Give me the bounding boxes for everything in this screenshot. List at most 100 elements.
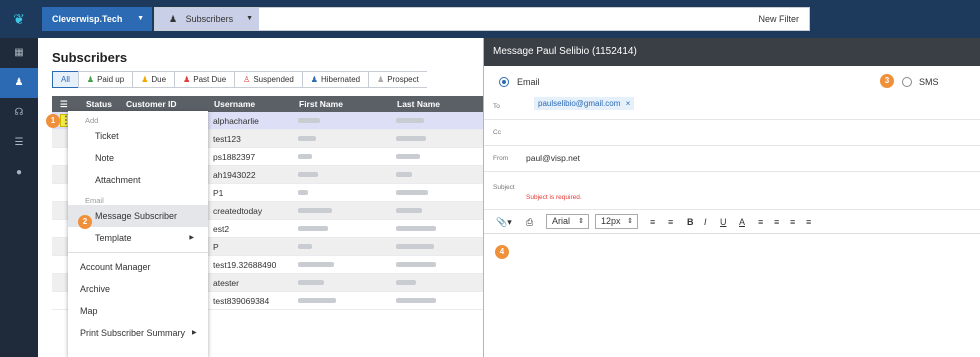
map-pin-icon[interactable]: ● (0, 158, 38, 188)
align-left-icon[interactable]: ≡ (758, 215, 763, 229)
list-icon[interactable]: ☰ (0, 128, 38, 158)
person-outline-icon: ♙ (243, 75, 251, 84)
column-first-name[interactable]: First Name (299, 99, 343, 109)
tab-label: All (61, 75, 70, 84)
last-name-cell (396, 226, 436, 231)
scope-selector[interactable]: ♟ Subscribers ▼ (155, 8, 259, 30)
menu-item-archive[interactable]: Archive (68, 278, 208, 300)
step-badge-3: 3 (880, 74, 894, 88)
menu-divider (68, 252, 208, 253)
menu-section-add: Add (85, 116, 99, 125)
subject-error: Subject is required. (526, 194, 582, 201)
font-size-select[interactable]: 12px ⇕ (595, 214, 638, 229)
top-bar: ❦ Cleverwisp.Tech ▼ ♟ Subscribers ▼ New … (0, 0, 980, 38)
recipient-email: paulselibio@gmail.com (538, 99, 621, 108)
sms-option-label: SMS (919, 77, 939, 87)
person-icon: ♟ (141, 75, 149, 84)
tab-all[interactable]: All (52, 71, 78, 88)
tab-hibernated[interactable]: ♟ Hibernated (301, 71, 369, 88)
menu-item-label: Print Subscriber Summary (80, 328, 186, 338)
bold-icon[interactable]: B (687, 215, 694, 229)
last-name-cell (396, 262, 436, 267)
person-icon: ♟ (183, 75, 191, 84)
tab-due[interactable]: ♟ Due (132, 71, 175, 88)
menu-item-note[interactable]: Note (68, 147, 208, 169)
sms-radio[interactable] (902, 77, 912, 87)
first-name-cell (298, 226, 328, 231)
email-radio[interactable] (499, 77, 509, 87)
headset-icon[interactable]: ☊ (0, 98, 38, 128)
italic-icon[interactable]: I (704, 215, 707, 229)
ordered-list-icon[interactable]: ≡ (650, 215, 655, 229)
tab-label: Hibernated (320, 75, 361, 84)
username-cell: test123 (213, 134, 241, 144)
status-tabs: All ♟ Paid up ♟ Due ♟ Past Due ♙ Suspended ♟… (52, 71, 427, 88)
align-justify-icon[interactable]: ≡ (806, 215, 811, 229)
first-name-cell (298, 244, 312, 249)
username-cell: test839069384 (213, 296, 270, 306)
menu-item-account-manager[interactable]: Account Manager (68, 256, 208, 278)
chevron-right-icon: ▶ (192, 330, 197, 336)
sidebar: ▦ ♟ ☊ ☰ ● (0, 38, 38, 357)
menu-item-attachment[interactable]: Attachment (68, 169, 208, 191)
tab-label: Suspended (253, 75, 294, 84)
last-name-cell (396, 154, 420, 159)
recipient-chip[interactable]: paulselibio@gmail.com × (534, 97, 635, 110)
first-name-cell (298, 262, 334, 267)
to-row: To paulselibio@gmail.com × (484, 94, 980, 120)
font-family-select[interactable]: Arial ⇕ (546, 214, 589, 229)
step-badge-2: 2 (78, 215, 92, 229)
last-name-cell (396, 118, 424, 123)
tab-paid-up[interactable]: ♟ Paid up (77, 71, 133, 88)
tab-label: Paid up (97, 75, 125, 84)
select-caret-icon: ⇕ (578, 218, 584, 225)
search-bar[interactable]: ♟ Subscribers ▼ New Filter (154, 7, 810, 31)
tab-past-due[interactable]: ♟ Past Due (174, 71, 235, 88)
column-menu-icon[interactable]: ☰ (60, 99, 68, 110)
column-last-name[interactable]: Last Name (397, 99, 440, 109)
menu-item-print-summary[interactable]: Print Subscriber Summary ▶ (68, 322, 208, 344)
app-logo-icon[interactable]: ❦ (0, 0, 38, 38)
remove-recipient-icon[interactable]: × (626, 99, 631, 108)
underline-icon[interactable]: U (720, 215, 727, 229)
username-cell: P (213, 242, 219, 252)
step-badge-4: 4 (495, 245, 509, 259)
message-body-editor[interactable] (484, 234, 980, 357)
tab-suspended[interactable]: ♙ Suspended (234, 71, 302, 88)
chevron-right-icon: ▶ (189, 235, 194, 241)
subscribers-icon[interactable]: ♟ (0, 68, 38, 98)
tab-prospect[interactable]: ♟ Prospect (368, 71, 427, 88)
print-icon[interactable]: ⎙ (526, 215, 533, 229)
first-name-cell (298, 190, 308, 195)
first-name-cell (298, 154, 312, 159)
cc-row[interactable]: Cc (484, 120, 980, 146)
new-filter-button[interactable]: New Filter (758, 8, 799, 30)
dashboard-icon[interactable]: ▦ (0, 38, 38, 68)
align-right-icon[interactable]: ≡ (790, 215, 795, 229)
text-color-icon[interactable]: A (739, 215, 745, 229)
subject-label: Subject (493, 184, 515, 191)
username-cell: ps1882397 (213, 152, 256, 162)
username-cell: alphacharlie (213, 116, 259, 126)
tab-label: Past Due (193, 75, 227, 84)
grid-header: ☰ Status Customer ID Username First Name… (52, 96, 483, 112)
cc-label: Cc (493, 129, 501, 136)
subject-row[interactable]: Subject Subject is required. (484, 172, 980, 210)
menu-item-map[interactable]: Map (68, 300, 208, 322)
menu-item-template[interactable]: Template ▶ (68, 227, 208, 249)
attachment-icon[interactable]: 📎▾ (496, 215, 512, 229)
column-username[interactable]: Username (214, 99, 255, 109)
from-label: From (493, 155, 509, 162)
first-name-cell (298, 298, 336, 303)
menu-item-ticket[interactable]: Ticket (68, 125, 208, 147)
chevron-down-icon: ▼ (246, 15, 253, 22)
chevron-down-icon: ▼ (137, 15, 144, 22)
align-center-icon[interactable]: ≡ (774, 215, 779, 229)
column-status[interactable]: Status (86, 99, 112, 109)
tab-label: Prospect (387, 75, 419, 84)
username-cell: createdtoday (213, 206, 263, 216)
tenant-selector[interactable]: Cleverwisp.Tech ▼ (42, 7, 152, 31)
column-customer-id[interactable]: Customer ID (126, 99, 177, 109)
unordered-list-icon[interactable]: ≡ (668, 215, 673, 229)
font-size-value: 12px (601, 216, 621, 226)
